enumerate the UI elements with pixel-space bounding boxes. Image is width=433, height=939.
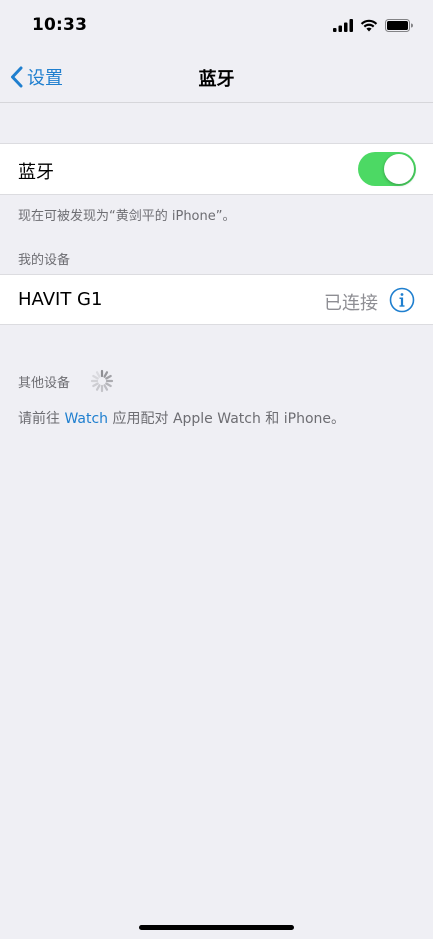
info-icon[interactable]	[389, 287, 415, 317]
status-bar: 10:33	[0, 0, 433, 52]
my-devices-header: 我的设备	[18, 253, 71, 268]
page-title: 蓝牙	[198, 69, 235, 90]
status-icons	[333, 17, 413, 36]
status-time: 10:33	[32, 15, 88, 35]
device-row-havit-g1[interactable]: HAVIT G1 已连接	[0, 274, 433, 325]
navigation-bar: 设置 蓝牙	[0, 52, 433, 103]
device-status: 已连接	[324, 293, 378, 314]
home-indicator[interactable]	[139, 925, 294, 930]
loading-spinner-icon	[90, 369, 114, 397]
pair-watch-note: 请前往 Watch 应用配对 Apple Watch 和 iPhone。	[18, 408, 345, 428]
pair-note-suffix: 应用配对 Apple Watch 和 iPhone。	[108, 411, 345, 427]
bluetooth-toggle[interactable]	[358, 152, 416, 186]
other-devices-header: 其他设备	[18, 376, 71, 391]
battery-icon	[385, 17, 413, 36]
toggle-knob	[384, 154, 414, 184]
watch-app-link[interactable]: Watch	[64, 411, 108, 427]
bluetooth-label: 蓝牙	[18, 162, 54, 183]
device-name: HAVIT G1	[18, 289, 103, 310]
pair-note-prefix: 请前往	[18, 411, 65, 427]
cellular-signal-icon	[333, 17, 353, 36]
discoverable-note: 现在可被发现为“黄剑平的 iPhone”。	[18, 209, 236, 224]
wifi-icon	[360, 17, 378, 36]
bluetooth-row: 蓝牙	[0, 143, 433, 195]
